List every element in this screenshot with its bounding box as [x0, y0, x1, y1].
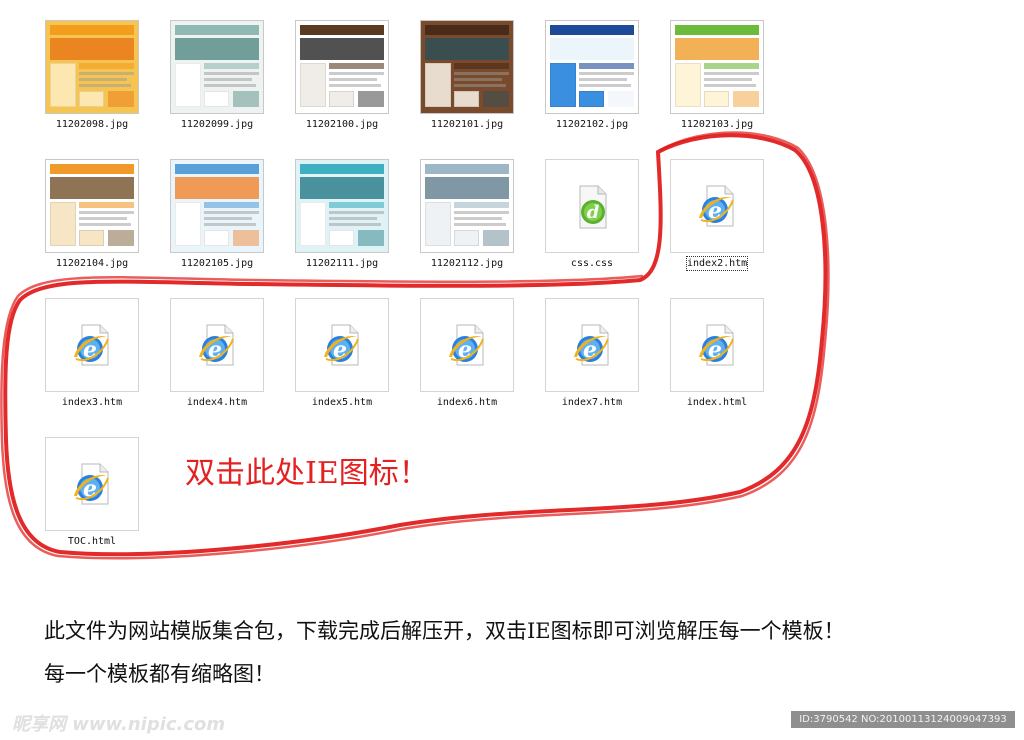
file-thumbnail[interactable] [170, 20, 264, 114]
ie-icon: e [574, 324, 609, 366]
thumbnail-preview [546, 21, 638, 113]
thumbnail-preview [171, 21, 263, 113]
thumbnail-preview [46, 160, 138, 252]
file-item[interactable]: 11202104.jpg [42, 159, 142, 270]
file-item[interactable]: e TOC.html [42, 437, 142, 548]
file-thumbnail[interactable]: e [170, 298, 264, 392]
file-thumbnail[interactable] [295, 159, 389, 253]
ie-icon: e [74, 463, 109, 505]
file-name-label: index7.htm [561, 397, 623, 408]
ie-icon: e [324, 324, 359, 366]
file-item[interactable]: e index3.htm [42, 298, 142, 409]
file-name-label: index3.htm [61, 397, 123, 408]
file-item[interactable]: e index4.htm [167, 298, 267, 409]
watermark: 昵享网 www.nipic.com [12, 714, 226, 735]
file-thumbnail[interactable] [545, 20, 639, 114]
file-thumbnail[interactable]: e [545, 298, 639, 392]
file-thumbnail[interactable] [170, 159, 264, 253]
ie-icon: e [74, 324, 109, 366]
file-item[interactable]: e index2.htm [667, 159, 767, 271]
file-item[interactable]: 11202111.jpg [292, 159, 392, 270]
file-name-label: 11202104.jpg [55, 258, 129, 269]
file-thumbnail[interactable]: e [45, 437, 139, 531]
file-name-label: index2.htm [686, 256, 748, 271]
file-thumbnail[interactable]: e [295, 298, 389, 392]
file-item[interactable]: d css.css [542, 159, 642, 270]
file-name-label: 11202103.jpg [680, 119, 754, 130]
description-line-1: 此文件为网站模版集合包，下载完成后解压开，双击IE图标即可浏览解压每一个模板！ [44, 619, 845, 643]
ie-icon: e [449, 324, 484, 366]
file-item[interactable]: 11202105.jpg [167, 159, 267, 270]
thumbnail-preview [46, 21, 138, 113]
file-thumbnail[interactable] [420, 159, 514, 253]
file-name-label: index.html [686, 397, 748, 408]
file-name-label: 11202105.jpg [180, 258, 254, 269]
file-item[interactable]: 11202102.jpg [542, 20, 642, 131]
thumbnail-preview [296, 160, 388, 252]
file-thumbnail[interactable]: e [45, 298, 139, 392]
file-thumbnail[interactable]: e [670, 159, 764, 253]
file-name-label: css.css [570, 258, 614, 269]
ie-icon: e [699, 324, 734, 366]
file-item[interactable]: e index6.htm [417, 298, 517, 409]
file-item[interactable]: 11202103.jpg [667, 20, 767, 131]
file-item[interactable]: 11202101.jpg [417, 20, 517, 131]
file-item[interactable]: 11202100.jpg [292, 20, 392, 131]
svg-text:d: d [587, 202, 600, 223]
double-click-annotation: 双击此处IE图标！ [185, 456, 429, 491]
file-thumbnail[interactable] [45, 20, 139, 114]
thumbnail-preview [671, 21, 763, 113]
file-name-label: index6.htm [436, 397, 498, 408]
file-thumbnail[interactable]: e [670, 298, 764, 392]
description-line-2: 每一个模板都有缩略图！ [44, 662, 275, 686]
file-thumbnail[interactable] [670, 20, 764, 114]
file-item[interactable]: 11202098.jpg [42, 20, 142, 131]
file-name-label: 11202099.jpg [180, 119, 254, 130]
file-name-label: 11202100.jpg [305, 119, 379, 130]
file-name-label: 11202112.jpg [430, 258, 504, 269]
file-name-label: index4.htm [186, 397, 248, 408]
file-name-label: 11202101.jpg [430, 119, 504, 130]
file-item[interactable]: 11202112.jpg [417, 159, 517, 270]
file-name-label: TOC.html [67, 536, 117, 547]
file-item[interactable]: e index.html [667, 298, 767, 409]
file-name-label: index5.htm [311, 397, 373, 408]
file-name-label: 11202098.jpg [55, 119, 129, 130]
file-item[interactable]: e index7.htm [542, 298, 642, 409]
file-item[interactable]: 11202099.jpg [167, 20, 267, 131]
file-thumbnail[interactable] [45, 159, 139, 253]
file-thumbnail[interactable]: e [420, 298, 514, 392]
ie-icon: e [699, 185, 734, 227]
dreamweaver-css-icon: d [579, 185, 607, 229]
file-thumbnail[interactable] [420, 20, 514, 114]
thumbnail-preview [296, 21, 388, 113]
file-name-label: 11202111.jpg [305, 258, 379, 269]
thumbnail-preview [421, 160, 513, 252]
file-name-label: 11202102.jpg [555, 119, 629, 130]
file-thumbnail[interactable] [295, 20, 389, 114]
thumbnail-preview [171, 160, 263, 252]
file-item[interactable]: e index5.htm [292, 298, 392, 409]
thumbnail-preview [421, 21, 513, 113]
image-id-label: ID:3790542 NO:20100113124009047393 [791, 711, 1015, 728]
ie-icon: e [199, 324, 234, 366]
file-thumbnail[interactable]: d [545, 159, 639, 253]
